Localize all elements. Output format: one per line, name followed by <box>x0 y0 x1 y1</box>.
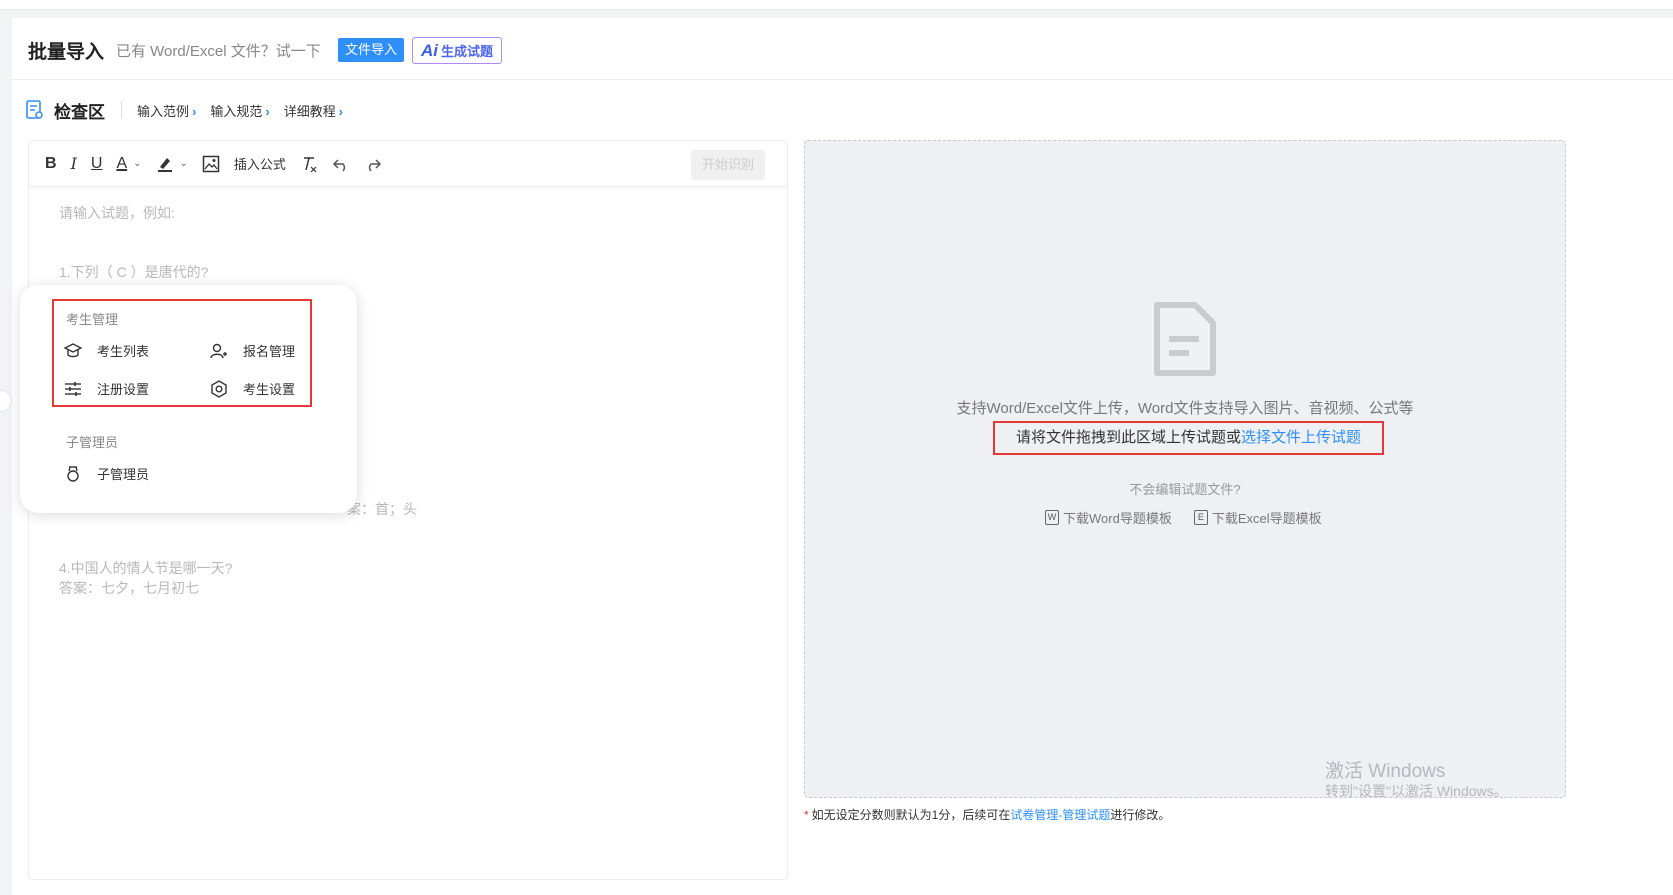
menu-item-label: 考生列表 <box>97 344 150 359</box>
download-excel-label: 下载Excel导题模板 <box>1211 511 1322 526</box>
chevron-right-icon: › <box>192 103 197 119</box>
insert-formula-button[interactable]: 插入公式 <box>234 154 286 173</box>
menu-item-candidate-settings[interactable]: 考生设置 <box>210 379 295 398</box>
score-footnote: * 如无设定分数则默认为1分，后续可在试卷管理-管理试题进行修改。 <box>804 806 1170 823</box>
input-example-label: 输入范例 <box>137 103 190 119</box>
document-check-icon <box>26 100 43 119</box>
menu-section-title: 考生管理 <box>66 312 119 327</box>
badge-icon <box>67 465 79 482</box>
page-title: 批量导入 <box>28 42 105 63</box>
highlighter-icon <box>157 157 172 172</box>
footnote-text-1: 如无设定分数则默认为1分，后续可在 <box>811 808 1011 822</box>
page-header: 批量导入 已有 Word/Excel 文件？试一下 文件导入 Ai 生成试题 <box>12 18 1673 80</box>
undo-icon <box>332 158 346 172</box>
template-downloads: W 下载Word导题模板 E 下载Excel导题模板 <box>1045 508 1344 527</box>
bold-button[interactable]: B <box>45 155 57 173</box>
redo-icon <box>368 158 381 172</box>
download-excel-template-link[interactable]: E 下载Excel导题模板 <box>1193 508 1322 527</box>
editor-placeholder-line: 案：首；头 <box>347 501 417 517</box>
italic-button[interactable]: I <box>71 154 77 173</box>
editor-placeholder-line: 4.中国人的情人节是哪一天? <box>59 560 233 576</box>
manage-questions-link[interactable]: 试卷管理-管理试题 <box>1010 808 1110 822</box>
underline-button[interactable]: U <box>91 155 103 173</box>
highlight-button[interactable]: ⌄ <box>156 155 188 173</box>
start-recognition-button[interactable]: 开始识别 <box>691 150 765 180</box>
graduation-cap-icon <box>64 342 82 357</box>
top-bar <box>0 0 1673 10</box>
chevron-down-icon[interactable]: ⌄ <box>133 158 141 169</box>
help-question: 不会编辑试题文件? <box>1129 482 1241 497</box>
menu-item-sub-admin[interactable]: 子管理员 <box>64 464 149 483</box>
menu-item-candidate-list[interactable]: 考生列表 <box>64 341 149 360</box>
tutorial-link[interactable]: 详细教程 › <box>284 101 343 120</box>
ai-icon: Ai <box>421 41 438 60</box>
upload-support-text: 支持Word/Excel文件上传，Word文件支持导入图片、音视频、公式等 <box>956 400 1414 417</box>
chevron-right-icon: › <box>338 103 344 119</box>
undo-button[interactable] <box>332 155 350 173</box>
editor-placeholder-line: 请输入试题，例如: <box>59 205 175 221</box>
side-user-icon[interactable] <box>0 390 12 412</box>
ai-generate-button[interactable]: Ai 生成试题 <box>412 37 503 64</box>
file-import-button[interactable]: 文件导入 <box>338 38 405 62</box>
ai-generate-label: 生成试题 <box>441 44 494 59</box>
upload-instruction: 请将文件拖拽到此区域上传试题或选择文件上传试题 <box>993 421 1384 455</box>
windows-activation-hint: 转到"设置"以激活 Windows。 <box>1325 783 1508 799</box>
divider <box>121 101 122 119</box>
image-icon <box>202 155 220 172</box>
upload-instruction-text: 请将文件拖拽到此区域上传试题或 <box>1015 429 1241 446</box>
editor-placeholder-line: 答案：七夕，七月初七 <box>59 580 199 596</box>
menu-section-title: 子管理员 <box>66 435 119 450</box>
menu-item-registration[interactable]: 报名管理 <box>210 341 295 360</box>
font-color-button[interactable]: A ⌄ <box>116 155 141 173</box>
menu-item-label: 考生设置 <box>243 382 296 397</box>
redo-button[interactable] <box>364 155 382 173</box>
select-file-link[interactable]: 选择文件上传试题 <box>1241 429 1361 446</box>
editor-toolbar: B I U A ⌄ ⌄ 插入公式 开始识别 <box>29 141 787 187</box>
windows-activation-watermark: 激活 Windows <box>1325 761 1446 782</box>
file-icon <box>1154 302 1216 376</box>
menu-item-label: 注册设置 <box>97 382 150 397</box>
font-color-icon: A <box>116 154 128 172</box>
clear-format-button[interactable] <box>300 155 318 173</box>
insert-image-button[interactable] <box>202 155 220 173</box>
check-area-header: 检查区 输入范例 › 输入规范 › 详细教程 › <box>26 98 357 122</box>
settings-hexagon-icon <box>211 379 227 398</box>
download-word-template-link[interactable]: W 下载Word导题模板 <box>1045 508 1172 527</box>
menu-item-label: 报名管理 <box>243 344 296 359</box>
clear-format-icon <box>303 156 317 172</box>
download-word-label: 下载Word导题模板 <box>1063 511 1172 526</box>
check-area-title: 检查区 <box>54 102 105 122</box>
editor-placeholder-line: 1.下列（ C ）是唐代的? <box>59 264 209 280</box>
sliders-icon <box>65 381 81 396</box>
word-file-icon: W <box>1045 510 1059 525</box>
menu-item-label: 子管理员 <box>97 467 150 482</box>
chevron-right-icon: › <box>265 103 270 119</box>
user-add-icon <box>210 343 227 358</box>
page-subtitle: 已有 Word/Excel 文件？试一下 <box>116 43 321 60</box>
menu-item-registration-settings[interactable]: 注册设置 <box>64 379 149 398</box>
input-example-link[interactable]: 输入范例 › <box>137 101 196 120</box>
file-dropzone[interactable]: 支持Word/Excel文件上传，Word文件支持导入图片、音视频、公式等 请将… <box>804 140 1566 798</box>
input-spec-link[interactable]: 输入规范 › <box>210 101 269 120</box>
footnote-text-2: 进行修改。 <box>1110 808 1171 822</box>
required-star: * <box>804 808 809 822</box>
tutorial-label: 详细教程 <box>283 103 336 119</box>
candidate-menu-popup: 考生管理 考生列表 报名管理 注册设置 考生设置 子管理员 子管理员 <box>20 285 357 513</box>
chevron-down-icon[interactable]: ⌄ <box>180 158 188 169</box>
excel-file-icon: E <box>1193 510 1208 525</box>
input-spec-label: 输入规范 <box>210 103 263 119</box>
